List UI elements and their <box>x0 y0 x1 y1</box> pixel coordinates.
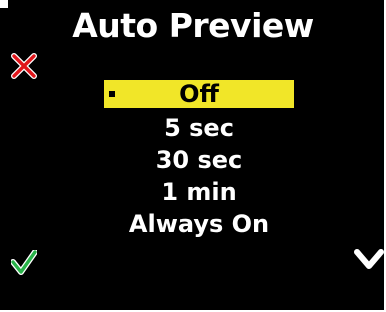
option-off[interactable]: Off <box>104 80 294 108</box>
camera-menu-screen: Auto Preview Off 5 sec 30 sec 1 min Alwa… <box>0 0 386 312</box>
option-always-on[interactable]: Always On <box>104 208 294 240</box>
option-label: 30 sec <box>155 146 243 174</box>
option-label: Off <box>179 80 219 108</box>
checkmark-icon[interactable] <box>10 249 38 276</box>
close-x-icon-graphic <box>11 53 37 79</box>
checkmark-icon-graphic <box>10 249 38 275</box>
option-label: 1 min <box>161 178 237 206</box>
auto-preview-options: Off 5 sec 30 sec 1 min Always On <box>104 80 294 240</box>
option-label: Always On <box>128 210 270 238</box>
option-label: 5 sec <box>164 114 234 142</box>
chevron-down-icon[interactable] <box>354 246 384 272</box>
page-title: Auto Preview <box>72 6 314 45</box>
selection-bullet-icon <box>109 91 115 97</box>
chevron-down-icon-graphic <box>354 249 384 269</box>
close-x-icon[interactable] <box>10 52 38 80</box>
option-30-sec[interactable]: 30 sec <box>104 144 294 176</box>
option-1-min[interactable]: 1 min <box>104 176 294 208</box>
option-5-sec[interactable]: 5 sec <box>104 112 294 144</box>
